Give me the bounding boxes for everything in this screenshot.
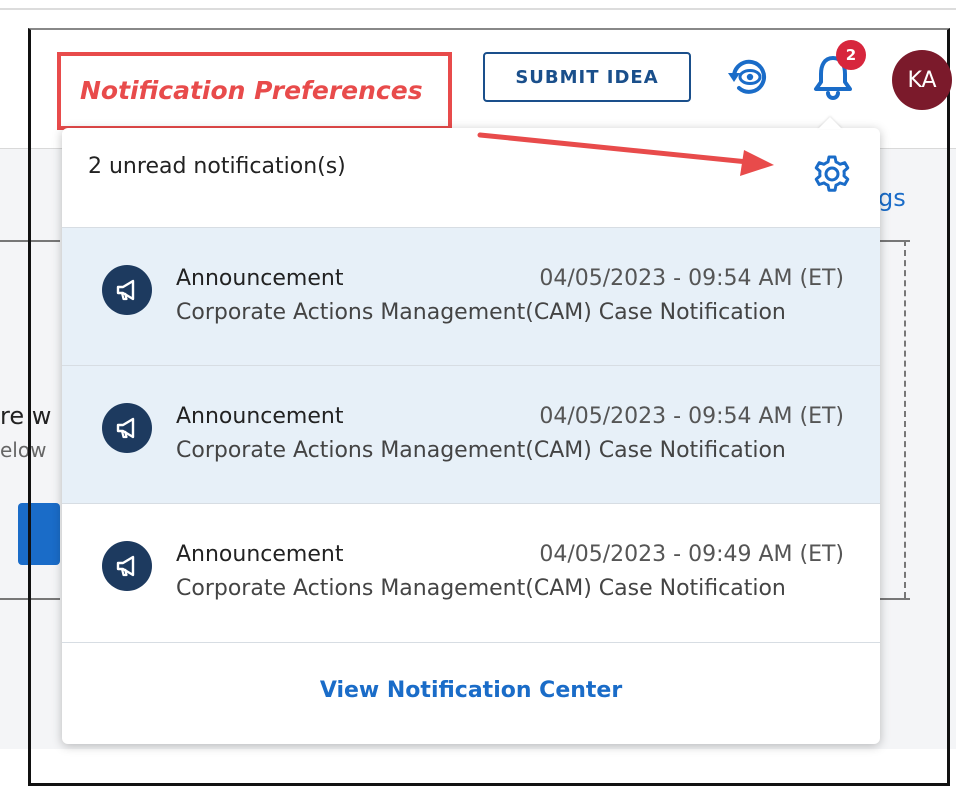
- annotation-arrow: [477, 132, 774, 176]
